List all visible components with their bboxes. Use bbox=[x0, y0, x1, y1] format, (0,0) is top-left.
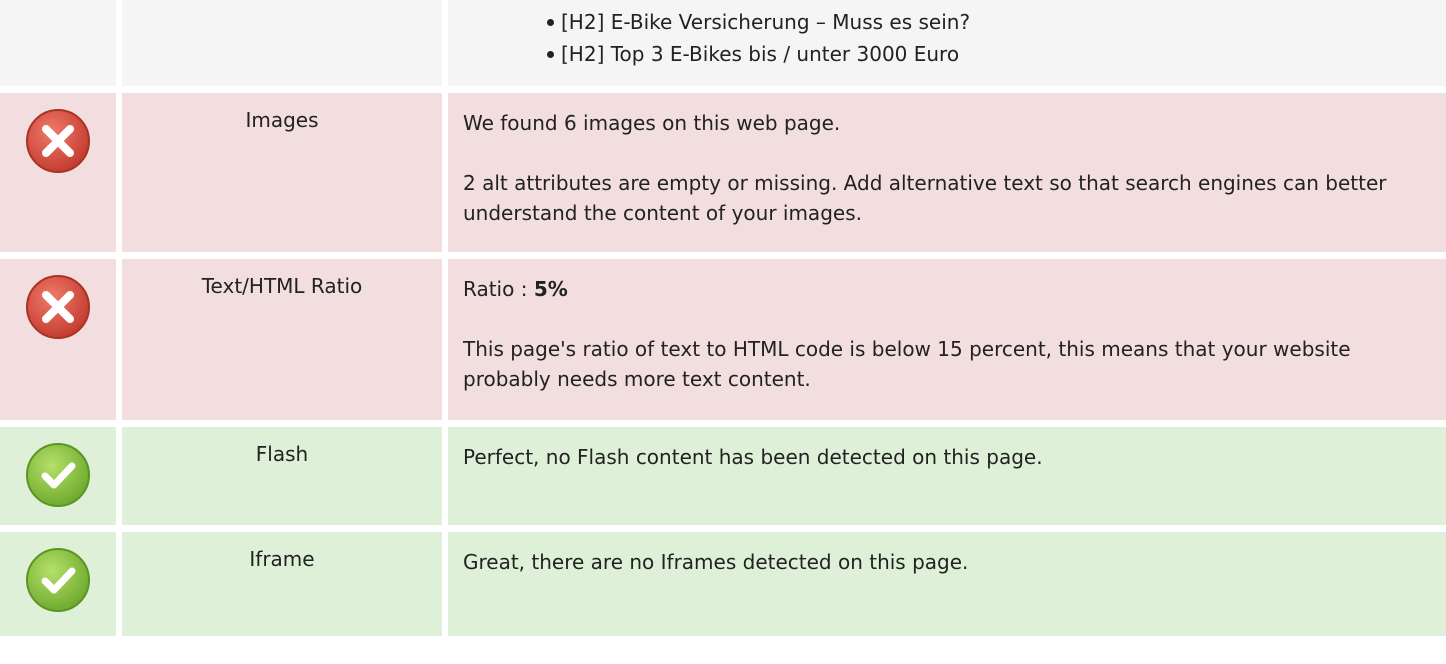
ratio-detail: This page's ratio of text to HTML code i… bbox=[463, 337, 1351, 391]
iframe-status-cell bbox=[0, 532, 116, 636]
text-html-ratio-row: Text/HTML Ratio Ratio : 5% This page's r… bbox=[0, 259, 1446, 420]
error-x-icon bbox=[26, 275, 90, 339]
images-label: Images bbox=[122, 93, 442, 252]
images-content: We found 6 images on this web page. 2 al… bbox=[448, 93, 1446, 252]
headings-row: [H2] E-Bike Versicherung – Muss es sein?… bbox=[0, 0, 1446, 86]
flash-row: Flash Perfect, no Flash content has been… bbox=[0, 427, 1446, 525]
headings-icon-cell bbox=[0, 0, 116, 86]
ratio-prefix: Ratio : bbox=[463, 277, 534, 301]
ratio-value: 5% bbox=[533, 277, 568, 301]
check-icon bbox=[26, 443, 90, 507]
flash-label: Flash bbox=[122, 427, 442, 525]
headings-content: [H2] E-Bike Versicherung – Muss es sein?… bbox=[448, 0, 1446, 86]
check-icon bbox=[26, 548, 90, 612]
error-x-icon bbox=[26, 109, 90, 173]
ratio-label: Text/HTML Ratio bbox=[122, 259, 442, 420]
images-summary: We found 6 images on this web page. bbox=[463, 111, 841, 135]
heading-item: [H2] Top 3 E-Bikes bis / unter 3000 Euro bbox=[463, 38, 1431, 70]
heading-item: [H2] E-Bike Versicherung – Muss es sein? bbox=[463, 6, 1431, 38]
images-row: Images We found 6 images on this web pag… bbox=[0, 93, 1446, 252]
flash-status-cell bbox=[0, 427, 116, 525]
images-detail: 2 alt attributes are empty or missing. A… bbox=[463, 171, 1387, 225]
headings-label-cell bbox=[122, 0, 442, 86]
ratio-line: Ratio : 5% bbox=[463, 274, 1431, 304]
flash-detail: Perfect, no Flash content has been detec… bbox=[463, 445, 1043, 469]
iframe-row: Iframe Great, there are no Iframes detec… bbox=[0, 532, 1446, 636]
headings-list: [H2] E-Bike Versicherung – Muss es sein?… bbox=[463, 6, 1431, 70]
ratio-content: Ratio : 5% This page's ratio of text to … bbox=[448, 259, 1446, 420]
iframe-detail: Great, there are no Iframes detected on … bbox=[463, 550, 969, 574]
iframe-label: Iframe bbox=[122, 532, 442, 636]
images-status-cell bbox=[0, 93, 116, 252]
iframe-content: Great, there are no Iframes detected on … bbox=[448, 532, 1446, 636]
flash-content: Perfect, no Flash content has been detec… bbox=[448, 427, 1446, 525]
ratio-status-cell bbox=[0, 259, 116, 420]
